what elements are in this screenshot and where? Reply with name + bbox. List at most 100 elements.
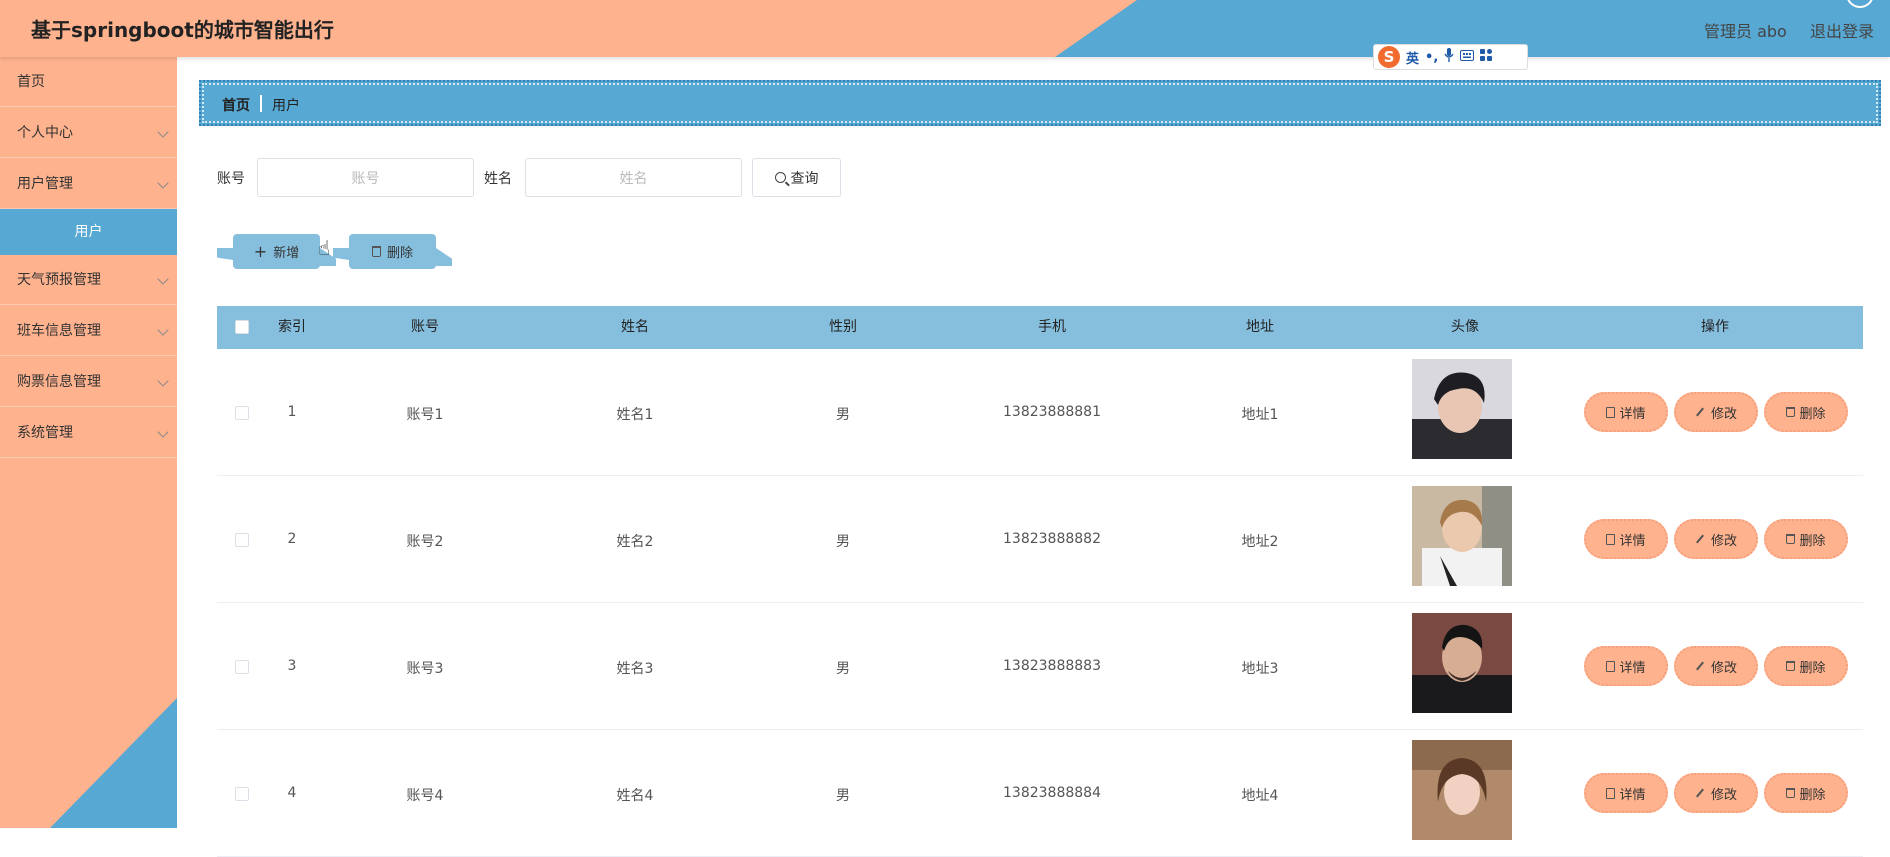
delete-button[interactable]: 删除 <box>1764 519 1848 559</box>
app-title: 基于springboot的城市智能出行 <box>31 18 334 42</box>
cell-name: 姓名4 <box>616 788 654 804</box>
chevron-down-icon <box>157 126 169 138</box>
sidebar-item-label: 用户管理 <box>17 176 73 192</box>
select-all-checkbox[interactable] <box>235 320 249 334</box>
row-checkbox[interactable] <box>235 406 249 420</box>
breadcrumb-home[interactable]: 首页 <box>222 95 250 115</box>
delete-label: 删除 <box>1799 660 1826 676</box>
cell-name: 姓名3 <box>616 661 654 677</box>
edit-button[interactable]: 修改 <box>1674 773 1758 813</box>
cell-gender: 男 <box>836 661 850 677</box>
grid-icon[interactable] <box>1480 49 1493 65</box>
plus-icon: + <box>253 241 268 261</box>
pencil-icon <box>1696 661 1704 671</box>
sidebar-item-shuttle[interactable]: 班车信息管理 <box>0 306 177 356</box>
sidebar-decor <box>50 698 177 828</box>
chevron-down-icon <box>157 375 169 387</box>
cell-name: 姓名1 <box>616 407 654 423</box>
add-button[interactable]: + 新增 <box>233 234 320 269</box>
col-index: 索引 <box>278 319 306 335</box>
pencil-icon <box>1696 407 1704 417</box>
cell-address: 地址3 <box>1241 661 1279 677</box>
account-input[interactable] <box>257 158 474 197</box>
document-icon <box>1606 406 1616 418</box>
mic-icon[interactable] <box>1444 48 1454 66</box>
trash-icon <box>1786 661 1796 671</box>
sidebar-item-label: 购票信息管理 <box>17 374 101 390</box>
sidebar-item-weather[interactable]: 天气预报管理 <box>0 255 177 305</box>
avatar <box>1412 613 1512 713</box>
sidebar-item-system[interactable]: 系统管理 <box>0 408 177 458</box>
edit-button[interactable]: 修改 <box>1674 392 1758 432</box>
document-icon <box>1606 660 1616 672</box>
breadcrumb: 首页 用户 <box>199 80 1881 126</box>
search-button-label: 查询 <box>790 170 819 187</box>
delete-button[interactable]: 删除 <box>1764 773 1848 813</box>
table-row: 1 账号1 姓名1 男 13823888881 地址1 详情 修改 删除 <box>217 349 1863 476</box>
keyboard-icon[interactable] <box>1460 49 1475 65</box>
col-avatar: 头像 <box>1451 319 1479 335</box>
delete-button[interactable]: 删除 <box>1764 646 1848 686</box>
cell-index: 3 <box>287 658 297 674</box>
admin-label: 管理员 abo <box>1704 22 1787 41</box>
cell-name: 姓名2 <box>616 534 654 550</box>
delete-button-label: 删除 <box>386 246 413 261</box>
col-phone: 手机 <box>1038 319 1066 335</box>
row-checkbox[interactable] <box>235 787 249 801</box>
cell-account: 账号3 <box>406 661 444 677</box>
detail-button[interactable]: 详情 <box>1584 519 1668 559</box>
cell-phone: 13823888882 <box>1003 531 1101 547</box>
col-name: 姓名 <box>621 319 649 335</box>
cell-account: 账号1 <box>406 407 444 423</box>
chevron-down-icon <box>157 426 169 438</box>
edit-label: 修改 <box>1710 787 1737 803</box>
sidebar-item-label: 天气预报管理 <box>17 272 101 288</box>
table-header: 索引 账号 姓名 性别 手机 地址 头像 操作 <box>217 306 1863 349</box>
batch-delete-button[interactable]: 删除 <box>349 234 436 269</box>
edit-label: 修改 <box>1710 533 1737 549</box>
row-checkbox[interactable] <box>235 660 249 674</box>
edit-label: 修改 <box>1710 406 1737 422</box>
sidebar-item-label: 系统管理 <box>17 425 73 441</box>
sidebar-item-users[interactable]: 用户管理 <box>0 159 177 209</box>
col-gender: 性别 <box>829 319 857 335</box>
document-icon <box>1606 787 1616 799</box>
edit-button[interactable]: 修改 <box>1674 646 1758 686</box>
detail-button[interactable]: 详情 <box>1584 773 1668 813</box>
cell-address: 地址2 <box>1241 534 1279 550</box>
col-actions: 操作 <box>1701 319 1729 335</box>
detail-button[interactable]: 详情 <box>1584 646 1668 686</box>
row-checkbox[interactable] <box>235 533 249 547</box>
chevron-down-icon <box>157 177 169 189</box>
edit-button[interactable]: 修改 <box>1674 519 1758 559</box>
logout-link[interactable]: 退出登录 <box>1810 18 1874 42</box>
cell-gender: 男 <box>836 534 850 550</box>
detail-label: 详情 <box>1619 406 1646 422</box>
ime-lang[interactable]: 英 <box>1406 48 1419 67</box>
sidebar-item-label: 首页 <box>17 74 45 90</box>
trash-icon <box>1786 407 1796 417</box>
sidebar-item-personal[interactable]: 个人中心 <box>0 108 177 158</box>
cell-account: 账号2 <box>406 534 444 550</box>
sidebar: 首页 个人中心 用户管理 用户 天气预报管理 班车信息管理 购票信息管理 系统管… <box>0 57 177 828</box>
table-row: 4 账号4 姓名4 男 13823888884 地址4 详情 修改 删除 <box>217 730 1863 857</box>
chevron-down-icon <box>157 324 169 336</box>
ime-logo-icon[interactable]: S <box>1378 46 1400 68</box>
sidebar-item-label: 班车信息管理 <box>17 323 101 339</box>
sidebar-item-tickets[interactable]: 购票信息管理 <box>0 357 177 407</box>
sidebar-item-home[interactable]: 首页 <box>0 57 177 107</box>
search-button[interactable]: 查询 <box>752 158 841 197</box>
chevron-down-icon <box>157 273 169 285</box>
cell-address: 地址1 <box>1241 407 1279 423</box>
delete-label: 删除 <box>1799 406 1826 422</box>
avatar <box>1412 740 1512 840</box>
delete-button[interactable]: 删除 <box>1764 392 1848 432</box>
detail-button[interactable]: 详情 <box>1584 392 1668 432</box>
account-label: 账号 <box>217 171 245 187</box>
name-input[interactable] <box>525 158 742 197</box>
sidebar-subitem-user[interactable]: 用户 <box>0 209 177 255</box>
trash-icon <box>371 246 381 257</box>
ime-punct[interactable]: •, <box>1425 50 1438 65</box>
cell-index: 2 <box>287 531 297 547</box>
delete-label: 删除 <box>1799 533 1826 549</box>
